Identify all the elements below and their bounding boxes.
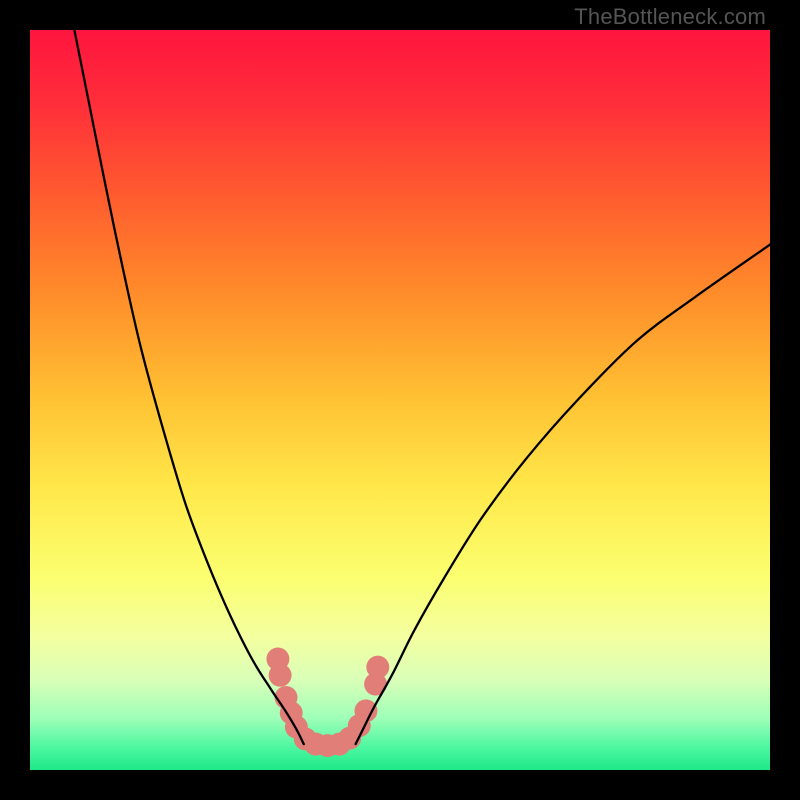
series-left-branch: [74, 30, 303, 744]
vertex-marker-group: [266, 648, 389, 758]
vertex-marker: [354, 699, 377, 722]
plot-area: [30, 30, 770, 770]
series-right-branch: [356, 245, 770, 744]
vertex-marker: [269, 664, 292, 687]
chart-frame: TheBottleneck.com: [0, 0, 800, 800]
watermark-text: TheBottleneck.com: [574, 4, 766, 30]
vertex-marker: [366, 656, 389, 679]
curve-layer: [30, 30, 770, 770]
